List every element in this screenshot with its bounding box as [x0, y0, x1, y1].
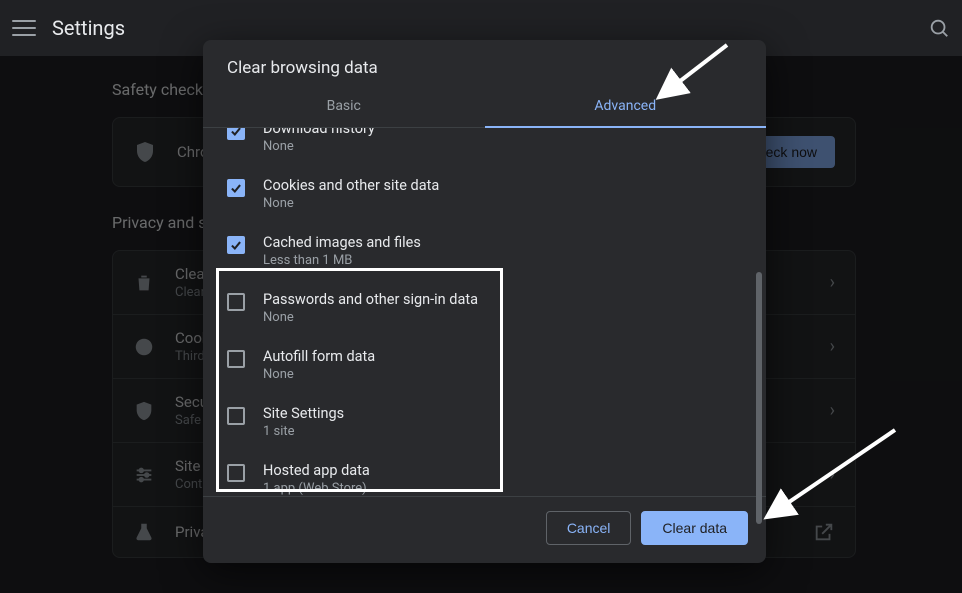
chevron-right-icon: › — [830, 272, 835, 293]
search-icon[interactable] — [928, 17, 950, 39]
clear-browsing-data-dialog: Clear browsing data Basic Advanced Downl… — [203, 40, 766, 563]
item-sublabel: None — [263, 196, 746, 211]
dialog-tabs: Basic Advanced — [203, 86, 766, 128]
chevron-right-icon: › — [830, 400, 835, 421]
external-link-icon — [813, 521, 835, 543]
checkbox[interactable] — [227, 128, 245, 140]
item-sublabel: 1 app (Web Store) — [263, 481, 746, 496]
dialog-title: Clear browsing data — [203, 40, 766, 86]
item-sublabel: 1 site — [263, 424, 746, 439]
trash-icon — [133, 272, 155, 294]
checkbox[interactable] — [227, 464, 245, 482]
item-sublabel: None — [263, 310, 746, 325]
flask-icon — [133, 521, 155, 543]
dialog-item: Passwords and other sign-in data None — [223, 279, 746, 336]
chevron-right-icon: › — [830, 464, 835, 485]
dialog-footer: Cancel Clear data — [203, 496, 766, 563]
shield-icon — [133, 140, 157, 164]
dialog-item: Download history None — [223, 128, 746, 165]
scrollbar[interactable] — [756, 272, 762, 524]
item-label: Cookies and other site data — [263, 177, 746, 194]
cancel-button[interactable]: Cancel — [546, 511, 632, 545]
checkbox[interactable] — [227, 179, 245, 197]
cookie-icon — [133, 336, 155, 358]
item-label: Cached images and files — [263, 234, 746, 251]
menu-icon[interactable] — [12, 16, 36, 40]
dialog-item: Hosted app data 1 app (Web Store) — [223, 450, 746, 496]
page-title: Settings — [52, 16, 928, 40]
dialog-list: Download historyNoneCookies and other si… — [203, 128, 766, 496]
item-sublabel: None — [263, 367, 746, 382]
item-label: Autofill form data — [263, 348, 746, 365]
item-label: Hosted app data — [263, 462, 746, 479]
checkbox[interactable] — [227, 236, 245, 254]
tab-basic[interactable]: Basic — [203, 86, 485, 127]
tab-advanced[interactable]: Advanced — [485, 86, 767, 127]
sliders-icon — [133, 464, 155, 486]
item-label: Site Settings — [263, 405, 746, 422]
checkbox[interactable] — [227, 350, 245, 368]
dialog-item: Cached images and files Less than 1 MB — [223, 222, 746, 279]
chevron-right-icon: › — [830, 336, 835, 357]
checkbox[interactable] — [227, 407, 245, 425]
checkbox[interactable] — [227, 293, 245, 311]
dialog-item: Cookies and other site data None — [223, 165, 746, 222]
item-label: Passwords and other sign-in data — [263, 291, 746, 308]
item-label: Download history — [263, 128, 746, 137]
shield-icon — [133, 400, 155, 422]
clear-data-button[interactable]: Clear data — [641, 511, 748, 545]
dialog-item: Autofill form data None — [223, 336, 746, 393]
item-sublabel: Less than 1 MB — [263, 253, 746, 268]
item-sublabel: None — [263, 139, 746, 154]
dialog-item: Site Settings 1 site — [223, 393, 746, 450]
